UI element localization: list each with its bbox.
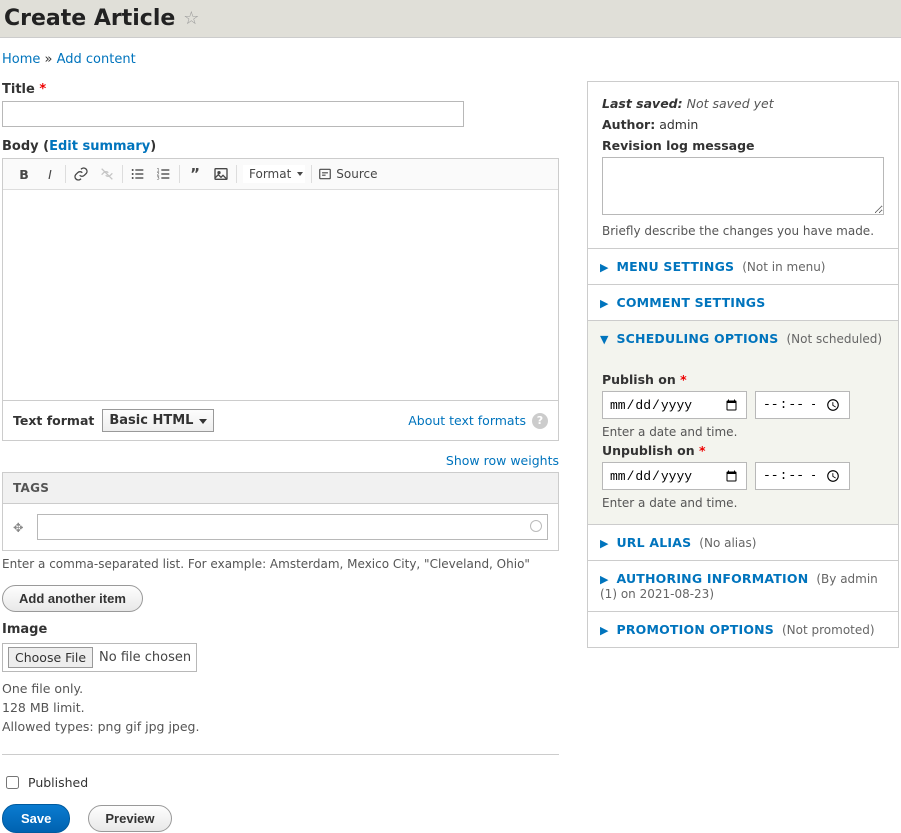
sidebar: Last saved: Not saved yet Author: admin … [587, 81, 899, 648]
rich-text-editor: B I 123 [2, 158, 559, 401]
publish-on-label: Publish on * [602, 372, 884, 387]
unlink-icon-button[interactable] [98, 165, 116, 183]
url-alias-toggle[interactable]: ▶ URL ALIAS (No alias) [588, 525, 898, 561]
source-button[interactable]: Source [318, 167, 377, 181]
breadcrumb-sep: » [40, 52, 56, 67]
show-row-weights-link[interactable]: Show row weights [446, 453, 559, 468]
tags-hint: Enter a comma-separated list. For exampl… [2, 557, 559, 571]
image-icon-button[interactable] [212, 165, 230, 183]
drag-handle-icon[interactable]: ✥ [13, 520, 23, 535]
image-label: Image [2, 622, 559, 637]
text-format-row: Text format Basic HTML About text format… [2, 401, 559, 441]
caret-right-icon: ▶ [600, 261, 608, 274]
about-text-formats-link[interactable]: About text formats [408, 413, 526, 428]
tags-header: TAGS [2, 472, 559, 504]
text-format-select[interactable]: Basic HTML [102, 409, 214, 432]
autocomplete-icon [530, 520, 542, 532]
publish-time-input[interactable] [755, 391, 850, 419]
image-hint-2: 128 MB limit. [2, 699, 559, 718]
save-button[interactable]: Save [2, 804, 70, 833]
file-input-row: Choose File No file chosen [2, 643, 197, 672]
unpublish-date-input[interactable] [602, 462, 747, 490]
caret-right-icon: ▶ [600, 573, 608, 586]
add-another-item-button[interactable]: Add another item [2, 585, 143, 612]
promotion-options-toggle[interactable]: ▶ PROMOTION OPTIONS (Not promoted) [588, 612, 898, 647]
separator [2, 754, 559, 755]
tags-input[interactable] [37, 514, 548, 540]
breadcrumb-home-link[interactable]: Home [2, 52, 40, 67]
authoring-info-toggle[interactable]: ▶ AUTHORING INFORMATION (By admin (1) on… [588, 561, 898, 612]
file-name-label: No file chosen [99, 650, 191, 665]
required-marker: * [39, 82, 46, 97]
lastsaved-label: Last saved: [602, 96, 683, 111]
main-column: Title * Body (Edit summary) B I [2, 81, 559, 833]
author-value: admin [659, 117, 698, 132]
revision-log-textarea[interactable] [602, 157, 884, 215]
published-checkbox[interactable] [6, 776, 19, 789]
unpublish-on-label: Unpublish on * [602, 443, 884, 458]
title-label: Title * [2, 82, 46, 97]
caret-right-icon: ▶ [600, 297, 608, 310]
caret-down-icon: ▼ [600, 333, 608, 346]
published-label: Published [28, 775, 88, 790]
breadcrumb-addcontent-link[interactable]: Add content [57, 52, 136, 67]
help-icon[interactable]: ? [532, 413, 548, 429]
scheduling-body: Publish on * Enter a date and time. Unpu… [588, 356, 898, 525]
image-hint-1: One file only. [2, 680, 559, 699]
body-label-row: Body (Edit summary) [2, 139, 559, 154]
bullet-list-icon-button[interactable] [129, 165, 147, 183]
publish-date-input[interactable] [602, 391, 747, 419]
editor-toolbar: B I 123 [3, 159, 558, 190]
image-hint-3: Allowed types: png gif jpg jpeg. [2, 718, 559, 737]
publish-hint: Enter a date and time. [602, 425, 884, 439]
tags-row: ✥ [2, 504, 559, 551]
revision-block: Last saved: Not saved yet Author: admin … [588, 82, 898, 249]
page-header: Create Article ☆ [0, 0, 901, 38]
caret-right-icon: ▶ [600, 624, 608, 637]
blockquote-icon-button[interactable]: ” [186, 165, 204, 183]
revlog-hint: Briefly describe the changes you have ma… [602, 224, 884, 238]
author-label: Author: [602, 117, 655, 132]
caret-right-icon: ▶ [600, 537, 608, 550]
unpublish-time-input[interactable] [755, 462, 850, 490]
italic-button[interactable]: I [41, 165, 59, 183]
svg-text:3: 3 [157, 175, 160, 181]
page-title: Create Article [4, 6, 175, 31]
link-icon-button[interactable] [72, 165, 90, 183]
breadcrumb: Home » Add content [0, 38, 901, 81]
lastsaved-value: Not saved yet [687, 96, 774, 111]
title-input[interactable] [2, 101, 464, 127]
preview-button[interactable]: Preview [88, 805, 171, 832]
edit-summary-link[interactable]: Edit summary [49, 139, 150, 154]
format-dropdown[interactable]: Format [243, 165, 305, 183]
bold-button[interactable]: B [15, 165, 33, 183]
text-format-label: Text format [13, 413, 94, 428]
editor-content-area[interactable] [3, 190, 558, 400]
unpublish-hint: Enter a date and time. [602, 496, 884, 510]
comment-settings-toggle[interactable]: ▶ COMMENT SETTINGS [588, 285, 898, 321]
numbered-list-icon-button[interactable]: 123 [155, 165, 173, 183]
choose-file-button[interactable]: Choose File [8, 647, 93, 668]
menu-settings-toggle[interactable]: ▶ MENU SETTINGS (Not in menu) [588, 249, 898, 285]
favorite-star-icon[interactable]: ☆ [183, 8, 199, 29]
revlog-label: Revision log message [602, 138, 884, 153]
scheduling-options-toggle[interactable]: ▼ SCHEDULING OPTIONS (Not scheduled) [588, 321, 898, 356]
